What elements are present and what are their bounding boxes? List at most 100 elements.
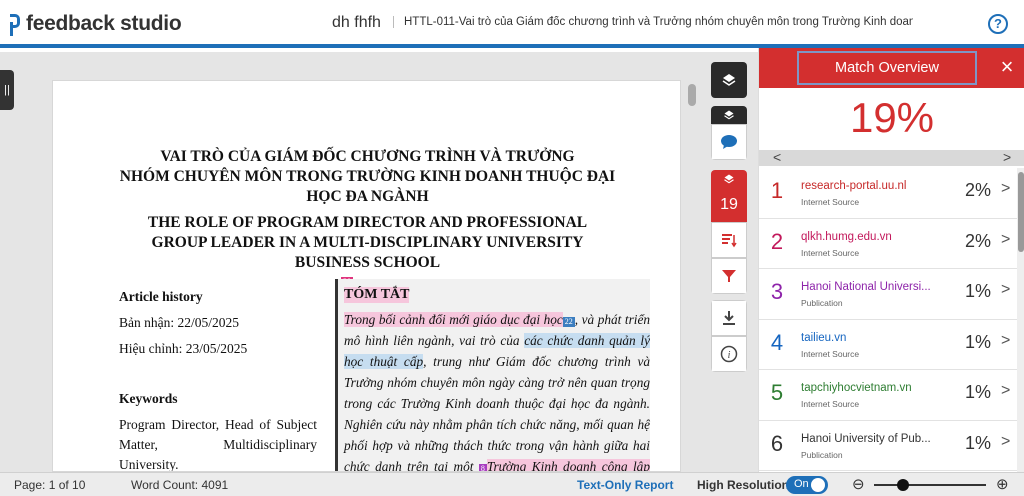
info-button[interactable]: i xyxy=(711,336,747,372)
page-indicator: Page: 1 of 10 xyxy=(14,478,86,492)
prev-page-button[interactable]: < xyxy=(773,149,781,165)
source-name: Hanoi University of Pub... xyxy=(801,432,931,445)
source-percent: 1% xyxy=(964,331,991,352)
layers-icon xyxy=(724,110,734,120)
title-en-line-2: GROUP LEADER IN A MULTI-DISCIPLINARY UNI… xyxy=(151,234,584,251)
article-history-heading: Article history xyxy=(119,289,203,304)
source-item[interactable]: 2 qlkh.humg.edu.vn Internet Source 2% > xyxy=(759,219,1017,269)
source-name: research-portal.uu.nl xyxy=(801,180,907,192)
source-item[interactable]: 4 tailieu.vn Internet Source 1% > xyxy=(759,320,1017,370)
document-scrollbar[interactable] xyxy=(688,84,696,106)
text-only-report-link[interactable]: Text-Only Report xyxy=(577,478,673,492)
abstract-segment: , trung như Giám đốc chương trình và Trư… xyxy=(344,354,650,472)
abstract-section: TÓM TẮT Trong bối cảnh đổi mới giáo dục … xyxy=(335,279,650,472)
feedback-studio-logo-icon xyxy=(8,12,22,36)
tools-toolbar: i xyxy=(711,300,747,372)
filter-icon xyxy=(722,270,736,282)
toggle-label: On xyxy=(794,478,809,490)
chevron-right-icon[interactable]: > xyxy=(1001,231,1010,249)
source-type: Publication xyxy=(801,298,843,308)
comment-icon xyxy=(721,135,737,149)
keywords-heading: Keywords xyxy=(119,391,178,406)
zoom-slider[interactable] xyxy=(874,484,986,486)
feedback-toolbar xyxy=(711,106,747,160)
layers-icon xyxy=(722,74,736,86)
chevron-right-icon[interactable]: > xyxy=(1001,332,1010,350)
toggle-knob xyxy=(811,478,825,492)
filter-button[interactable] xyxy=(711,258,747,294)
abstract-heading: TÓM TẮT xyxy=(344,287,410,303)
high-resolution-label: High Resolution xyxy=(697,478,789,492)
source-percent: 1% xyxy=(964,281,991,301)
source-pager: < > xyxy=(759,149,1024,166)
chevron-right-icon[interactable]: > xyxy=(1001,433,1010,451)
chevron-right-icon[interactable]: > xyxy=(1001,382,1010,400)
source-type: Internet Source xyxy=(801,348,860,359)
close-icon[interactable]: × xyxy=(995,56,1019,80)
high-resolution-toggle[interactable]: On xyxy=(786,476,828,494)
source-percent: 2% xyxy=(964,230,991,251)
panel-scrollbar[interactable] xyxy=(1017,168,1024,472)
source-percent: 1% xyxy=(964,432,991,453)
info-icon: i xyxy=(720,345,738,363)
title-vn-line-2: NHÓM CHUYÊN MÔN TRONG TRƯỜNG KINH DOANH … xyxy=(119,168,616,185)
feedback-layer-button[interactable] xyxy=(711,106,747,124)
similarity-layer-button[interactable] xyxy=(711,170,747,188)
download-button[interactable] xyxy=(711,300,747,336)
word-count: Word Count: 4091 xyxy=(131,478,229,492)
source-list: 1 research-portal.uu.nl Internet Source … xyxy=(759,168,1017,471)
title-vn-line-1: VAI TRÒ CỦA GIÁM ĐỐC CHƯƠNG TRÌNH VÀ TRƯ… xyxy=(160,148,575,165)
top-bar: feedback studio dh fhfh HTTL-011-Vai trò… xyxy=(0,0,1024,48)
source-item[interactable]: 6 Hanoi University of Pub... Publication… xyxy=(759,421,1017,471)
title-en-line-3: BUSINESS SCHOOL xyxy=(294,254,441,271)
next-page-button[interactable]: > xyxy=(1003,149,1011,165)
svg-text:i: i xyxy=(728,350,731,361)
title-en-line-1: THE ROLE OF PROGRAM DIRECTOR AND PROFESS… xyxy=(147,214,588,231)
source-name: tapchiyhocvietnam.vn xyxy=(801,382,912,394)
document-title: HTTL-011-Vai trò của Giám đốc chương trì… xyxy=(393,16,913,28)
source-percent: 2% xyxy=(964,180,991,200)
sort-list-icon xyxy=(722,234,737,248)
match-highlight[interactable]: Trong bối cảnh đổi mới giáo dục đại học xyxy=(344,312,563,327)
source-number: 6 xyxy=(770,430,784,456)
revised-date: Hiệu chỉnh: 23/05/2025 xyxy=(119,341,248,356)
logo: feedback studio xyxy=(8,10,182,38)
source-percent: 1% xyxy=(964,382,991,402)
logo-text: feedback studio xyxy=(26,12,182,35)
similarity-toolbar: 19 xyxy=(711,170,747,294)
source-item[interactable]: 3 Hanoi National Universi... Publication… xyxy=(759,269,1017,320)
similarity-percent: 19% xyxy=(849,94,935,141)
match-marker-8[interactable]: 8 xyxy=(478,464,487,471)
layers-icon xyxy=(724,174,734,184)
keywords-text: Program Director, Head of Subject Matter… xyxy=(119,417,317,472)
source-number: 2 xyxy=(770,228,784,254)
source-type: Internet Source xyxy=(801,247,860,258)
source-name: Hanoi National Universi... xyxy=(801,281,931,293)
chevron-right-icon[interactable]: > xyxy=(1001,281,1010,299)
zoom-in-icon[interactable]: ⊕ xyxy=(996,475,1009,493)
layers-button[interactable] xyxy=(711,62,747,98)
source-name: tailieu.vn xyxy=(801,331,847,344)
source-number: 1 xyxy=(770,178,784,203)
match-count-button[interactable]: 19 xyxy=(711,188,747,222)
all-sources-button[interactable] xyxy=(711,222,747,258)
user-name: dh fhfh xyxy=(332,14,381,31)
chevron-right-icon[interactable]: > xyxy=(1001,180,1010,198)
side-panel-handle[interactable]: || xyxy=(0,70,14,110)
source-item[interactable]: 5 tapchiyhocvietnam.vn Internet Source 1… xyxy=(759,370,1017,421)
zoom-out-icon[interactable]: ⊖ xyxy=(852,475,865,493)
source-type: Internet Source xyxy=(801,197,860,207)
match-marker-22[interactable]: 22 xyxy=(562,317,575,327)
panel-header: Match Overview × xyxy=(759,48,1024,88)
received-date: Bản nhận: 22/05/2025 xyxy=(119,315,239,330)
source-item[interactable]: 1 research-portal.uu.nl Internet Source … xyxy=(759,168,1017,219)
article-info: Article history Bản nhận: 22/05/2025 Hiệ… xyxy=(119,287,317,472)
scrollbar-thumb[interactable] xyxy=(1018,172,1024,252)
comment-button[interactable] xyxy=(711,124,747,160)
match-overview-panel: Match Overview × 19% < > 1 research-port… xyxy=(758,48,1024,472)
source-type: Internet Source xyxy=(801,399,860,409)
title-vn-line-3: HỌC ĐA NGÀNH xyxy=(306,188,429,205)
help-icon[interactable]: ? xyxy=(988,14,1008,34)
document-page: VAI TRÒ CỦA GIÁM ĐỐC CHƯƠNG TRÌNH VÀ TRƯ… xyxy=(52,80,681,472)
zoom-slider-handle[interactable] xyxy=(897,479,909,491)
